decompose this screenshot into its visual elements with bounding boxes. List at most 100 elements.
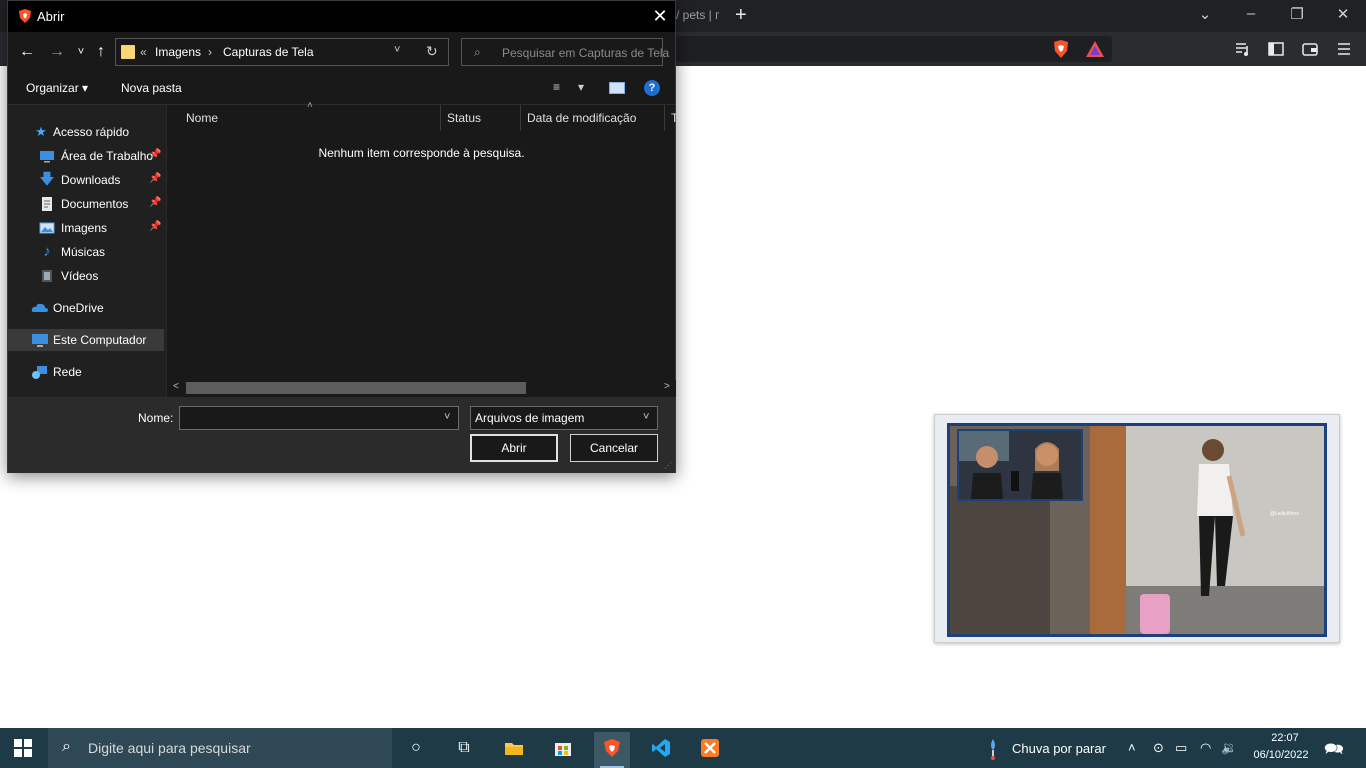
help-icon[interactable]: ? [644, 80, 660, 96]
pin-icon: 📌 [149, 173, 162, 184]
open-button[interactable]: Abrir [470, 434, 558, 462]
browser-tab-label[interactable]: / pets | г [676, 8, 720, 22]
column-divider[interactable] [664, 105, 665, 131]
meet-now-icon[interactable]: ⊙ [1153, 740, 1164, 756]
sidebar-item-onedrive[interactable]: OneDrive [8, 297, 164, 319]
sidebar-item-label: Este Computador [53, 333, 147, 347]
organize-button[interactable]: Organizar ▾ [26, 81, 88, 95]
minimize-button[interactable]: – [1241, 5, 1261, 22]
dialog-close-button[interactable]: ✕ [648, 4, 672, 28]
video-person [1197, 439, 1245, 596]
breadcrumb-capturas-de-tela[interactable]: Capturas de Tela [223, 45, 314, 59]
tray-chevron-icon[interactable]: ˄ [1128, 740, 1136, 755]
vscode-icon[interactable] [643, 732, 679, 768]
video-frame: @Leila.filhos [947, 423, 1327, 637]
sidebar-item-videos[interactable]: Vídeos [8, 265, 164, 287]
video-scene-doorframe [1090, 426, 1126, 634]
view-mode-dropdown-icon[interactable]: ▾ [578, 80, 584, 94]
search-input[interactable]: ⌕ Pesquisar em Capturas de Tela [461, 38, 669, 66]
playlist-icon[interactable] [1234, 40, 1252, 58]
clock-date[interactable]: 06/10/2022 [1248, 749, 1314, 761]
file-type-selected: Arquivos de imagem [475, 411, 585, 425]
webcam-overlay [957, 429, 1083, 501]
close-window-button[interactable]: ✕ [1333, 5, 1353, 23]
file-list[interactable]: ˄ Nome Status Data de modificação T Nenh… [166, 100, 676, 397]
filename-dropdown-icon[interactable]: ˅ [444, 411, 450, 423]
sidebar-item-documents[interactable]: Documentos 📌 [8, 193, 164, 215]
notification-center-icon[interactable]: 🗪 [1324, 738, 1344, 765]
volume-icon[interactable]: 🔉 [1221, 740, 1237, 756]
filename-input[interactable]: ˅ [179, 406, 459, 430]
scroll-left-icon[interactable]: < [173, 381, 179, 392]
breadcrumb-overflow[interactable]: « [140, 45, 147, 59]
file-type-select[interactable]: Arquivos de imagem ˅ [470, 406, 658, 430]
battery-icon[interactable]: ▭ [1175, 740, 1187, 756]
scrollbar-thumb[interactable] [186, 382, 526, 394]
horizontal-scrollbar[interactable]: < > [167, 380, 676, 396]
store-icon[interactable] [545, 732, 581, 768]
sidebar-item-label: Acesso rápido [53, 125, 130, 139]
star-icon: ★ [35, 124, 47, 139]
tab-search-chevron-icon[interactable]: ⌄ [1195, 5, 1215, 23]
brave-shields-icon[interactable] [1052, 39, 1070, 59]
file-explorer-icon[interactable] [496, 732, 532, 768]
column-header-status[interactable]: Status [447, 111, 481, 137]
back-button[interactable]: ← [17, 42, 37, 62]
clock-time[interactable]: 22:07 [1262, 732, 1308, 744]
up-button[interactable]: ↑ [91, 42, 111, 62]
command-bar: Organizar ▾ Nova pasta ≡ ▾ ? [8, 72, 675, 105]
column-divider[interactable] [440, 105, 441, 131]
address-bar[interactable]: « Imagens › Capturas de Tela ˅ ↻ [115, 38, 449, 66]
video-player[interactable]: @Leila.filhos [934, 414, 1340, 643]
cancel-button[interactable]: Cancelar [570, 434, 658, 462]
sidebar-icon[interactable] [1267, 40, 1285, 58]
address-dropdown-icon[interactable]: ˅ [394, 44, 400, 56]
new-tab-button[interactable]: + [735, 4, 747, 27]
task-view-icon[interactable]: ⧉ [446, 732, 482, 768]
wifi-icon[interactable]: ◠ [1200, 740, 1211, 756]
sidebar-item-music[interactable]: ♪ Músicas [8, 241, 164, 263]
dialog-titlebar[interactable]: Abrir ✕ [8, 1, 675, 32]
search-placeholder: Pesquisar em Capturas de Tela [502, 46, 670, 60]
wallet-icon[interactable] [1301, 40, 1319, 58]
restore-button[interactable]: ❐ [1287, 5, 1307, 23]
new-folder-button[interactable]: Nova pasta [121, 81, 182, 95]
sidebar-item-quick-access[interactable]: ★ Acesso rápido [8, 121, 164, 143]
taskbar-search-input[interactable]: ⌕ Digite aqui para pesquisar [48, 728, 392, 768]
forward-button[interactable]: → [47, 42, 67, 62]
brave-icon[interactable] [594, 732, 630, 768]
video-bucket [1140, 594, 1170, 634]
browser-address-bar[interactable] [676, 36, 1112, 62]
brave-rewards-icon[interactable] [1085, 39, 1105, 59]
start-button[interactable] [14, 739, 32, 757]
view-mode-icon[interactable]: ≡ [553, 80, 560, 94]
column-divider[interactable] [520, 105, 521, 131]
breadcrumb-imagens[interactable]: Imagens [155, 45, 201, 59]
computer-icon [31, 332, 48, 348]
breadcrumb-separator: › [208, 45, 212, 59]
filename-label: Nome: [138, 411, 174, 425]
column-header-name[interactable]: Nome [186, 111, 218, 137]
cortana-icon[interactable]: ○ [398, 732, 434, 768]
column-header-type[interactable]: T [671, 111, 676, 137]
video-icon [39, 268, 55, 284]
weather-icon[interactable] [987, 738, 999, 760]
xampp-icon[interactable] [692, 732, 728, 768]
refresh-icon[interactable]: ↻ [426, 43, 438, 60]
recent-locations-button[interactable]: ˅ [71, 42, 91, 62]
pin-icon: 📌 [149, 149, 162, 160]
sidebar-item-this-pc[interactable]: Este Computador [8, 329, 164, 351]
preview-pane-icon[interactable] [609, 82, 625, 94]
sidebar-item-desktop[interactable]: Área de Trabalho 📌 [8, 145, 164, 167]
sidebar-item-downloads[interactable]: 🡇 Downloads 📌 [8, 169, 164, 191]
sidebar-item-label: Rede [53, 365, 82, 379]
weather-label[interactable]: Chuva por parar [1012, 741, 1106, 756]
sidebar-item-pictures[interactable]: Imagens 📌 [8, 217, 164, 239]
dialog-footer: Nome: ˅ Arquivos de imagem ˅ Abrir Cance… [8, 397, 675, 473]
resize-grip-icon[interactable]: ⋰ [664, 461, 672, 470]
menu-icon[interactable] [1335, 40, 1353, 58]
sidebar-item-network[interactable]: Rede [8, 361, 164, 383]
column-header-date-modified[interactable]: Data de modificação [527, 111, 636, 137]
document-icon [39, 196, 55, 212]
scroll-right-icon[interactable]: > [664, 381, 670, 392]
